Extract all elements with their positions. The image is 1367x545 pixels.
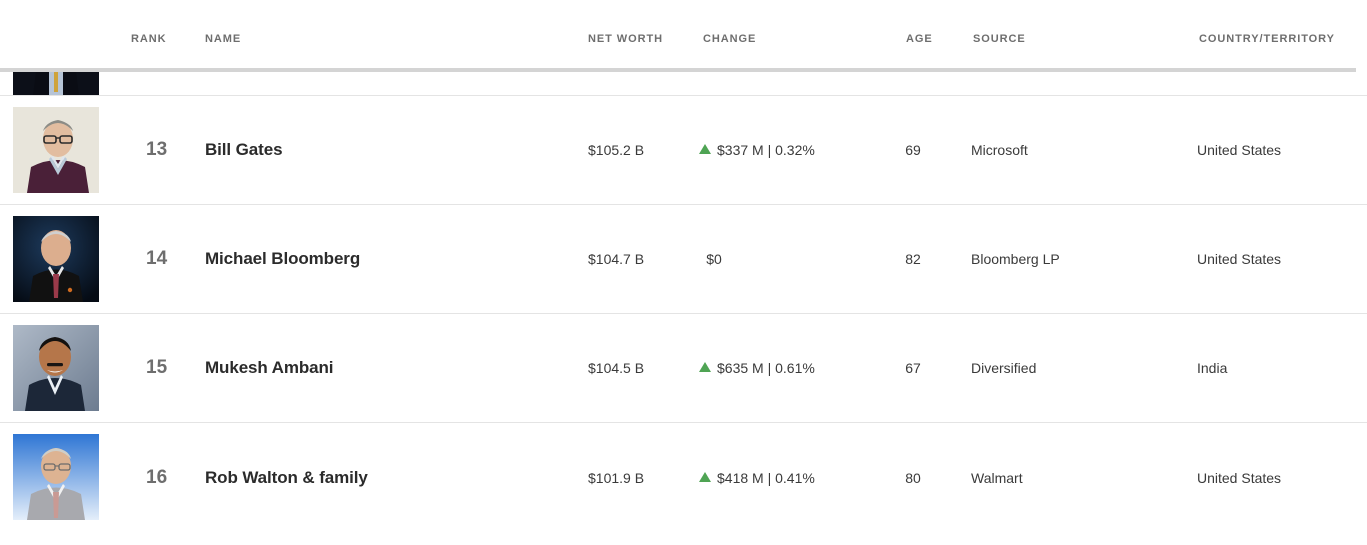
age-value: 67 (905, 360, 921, 376)
source-value: Diversified (971, 360, 1037, 376)
rich-list-table-page: RANK NAME NET WORTH CHANGE AGE SOURCE CO… (0, 0, 1367, 545)
change-value: $418 M | 0.41% (699, 470, 839, 486)
change-text: $418 M | 0.41% (717, 469, 815, 486)
change-text: $0 (706, 251, 722, 267)
person-name-link[interactable]: Michael Bloomberg (205, 249, 360, 269)
table-row[interactable] (0, 72, 1367, 96)
net-worth-value: $104.7 B (588, 251, 645, 267)
rank-value: 14 (146, 248, 168, 269)
column-header-net-worth[interactable]: NET WORTH (588, 33, 663, 45)
age-value: 80 (905, 469, 921, 486)
column-header-country-territory[interactable]: COUNTRY/TERRITORY (1199, 33, 1335, 45)
avatar (13, 107, 99, 193)
change-text: $337 M | 0.32% (717, 142, 815, 158)
person-name-link[interactable]: Rob Walton & family (205, 468, 368, 488)
country-value: United States (1197, 251, 1282, 267)
column-header-source[interactable]: SOURCE (973, 33, 1026, 45)
change-text: $635 M | 0.61% (717, 360, 815, 376)
net-worth-value: $104.5 B (588, 360, 645, 376)
country-value: India (1197, 360, 1228, 376)
arrow-up-icon (699, 471, 711, 482)
arrow-up-icon (699, 144, 711, 154)
table-row[interactable]: 13 Bill Gates $105.2 B $337 M | 0.32% 69… (0, 96, 1367, 205)
table-row[interactable]: 15 Mukesh Ambani $104.5 B $635 M | 0.61%… (0, 314, 1367, 423)
table-body: 13 Bill Gates $105.2 B $337 M | 0.32% 69… (0, 72, 1367, 532)
arrow-up-icon (699, 362, 711, 372)
column-header-name[interactable]: NAME (205, 33, 241, 45)
change-value: $635 M | 0.61% (699, 360, 839, 376)
rank-value: 15 (146, 357, 168, 378)
avatar (13, 434, 99, 520)
age-value: 69 (905, 142, 921, 158)
country-value: United States (1197, 469, 1282, 486)
avatar (13, 72, 99, 95)
avatar (13, 325, 99, 411)
table-header: RANK NAME NET WORTH CHANGE AGE SOURCE CO… (0, 0, 1367, 68)
rank-value: 13 (146, 139, 168, 160)
column-header-rank[interactable]: RANK (131, 33, 167, 45)
person-name-link[interactable]: Bill Gates (205, 140, 283, 160)
column-header-age[interactable]: AGE (906, 33, 933, 45)
change-value: $0 (699, 251, 729, 267)
source-value: Walmart (971, 469, 1023, 486)
change-value: $337 M | 0.32% (699, 142, 839, 158)
rank-value: 16 (146, 466, 168, 488)
country-value: United States (1197, 142, 1282, 158)
net-worth-value: $105.2 B (588, 142, 645, 158)
table-row[interactable]: 14 Michael Bloomberg $104.7 B $0 82 Bloo… (0, 205, 1367, 314)
avatar (13, 216, 99, 302)
source-value: Microsoft (971, 142, 1028, 158)
net-worth-value: $101.9 B (588, 469, 645, 486)
column-header-change[interactable]: CHANGE (703, 33, 756, 45)
table-row[interactable]: 16 Rob Walton & family $101.9 B $418 M |… (0, 423, 1367, 532)
age-value: 82 (905, 251, 921, 267)
person-name-link[interactable]: Mukesh Ambani (205, 358, 334, 378)
source-value: Bloomberg LP (971, 251, 1060, 267)
